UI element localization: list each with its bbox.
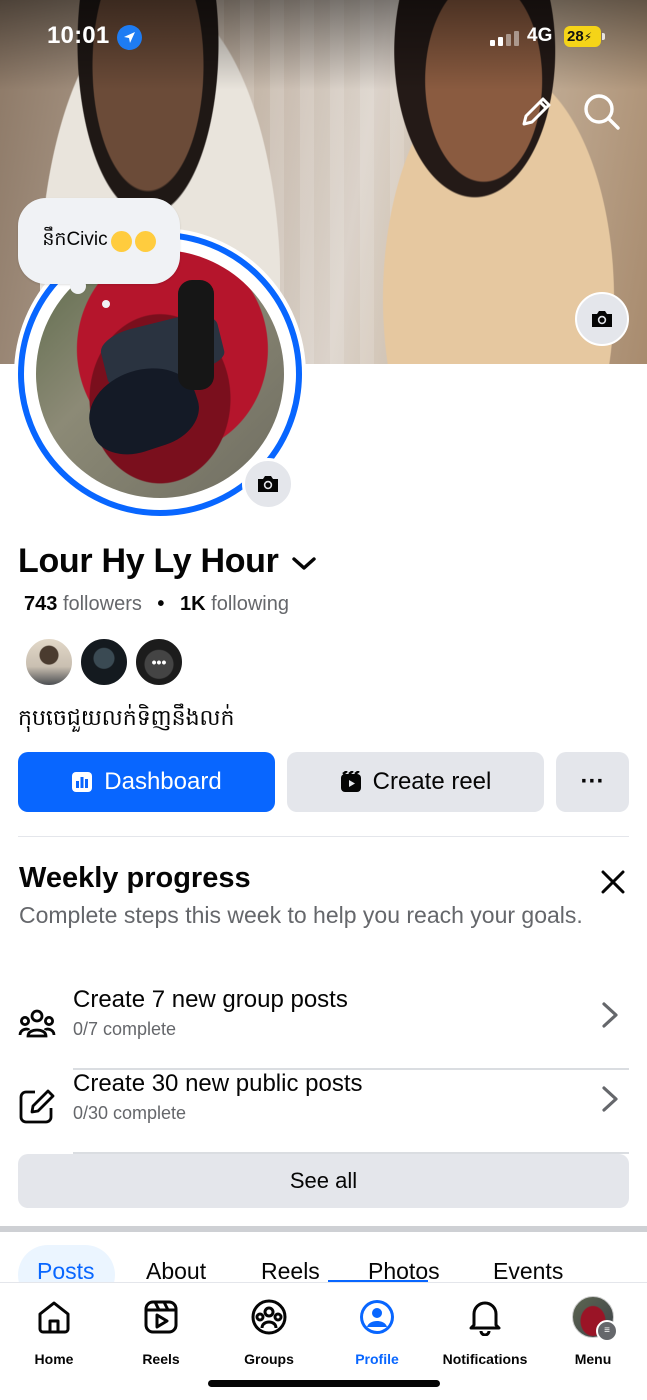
pencil-icon[interactable] bbox=[516, 92, 556, 132]
chevron-down-icon[interactable] bbox=[291, 556, 317, 572]
nav-home[interactable]: Home bbox=[0, 1295, 108, 1375]
tab-about[interactable]: About bbox=[146, 1258, 206, 1282]
nav-menu[interactable]: ≡ Menu bbox=[539, 1295, 647, 1375]
menu-avatar: ≡ bbox=[572, 1296, 618, 1342]
nav-profile[interactable]: Profile bbox=[323, 1295, 431, 1375]
edit-icon bbox=[18, 1087, 56, 1125]
tab-reels[interactable]: Reels bbox=[261, 1258, 320, 1282]
close-icon[interactable] bbox=[597, 866, 629, 898]
friend-avatar[interactable] bbox=[79, 637, 129, 687]
battery-level: 28 bbox=[567, 28, 584, 45]
profile-note-bubble[interactable]: នឹកCivic bbox=[18, 198, 180, 308]
tab-photos[interactable]: Photos bbox=[368, 1258, 440, 1282]
profile-tabs: Posts About Reels Photos Events bbox=[0, 1232, 647, 1282]
tab-events[interactable]: Events bbox=[493, 1258, 563, 1282]
profile-icon bbox=[360, 1300, 394, 1334]
group-icon bbox=[18, 1003, 56, 1041]
friend-avatar[interactable] bbox=[24, 637, 74, 687]
see-all-button[interactable]: See all bbox=[18, 1154, 629, 1208]
bell-icon bbox=[469, 1301, 501, 1336]
task-public-posts[interactable]: Create 30 new public posts 0/30 complete bbox=[18, 1070, 629, 1154]
note-text: នឹកCivic bbox=[42, 229, 108, 250]
nav-label: Menu bbox=[574, 1351, 612, 1367]
profile-bio: កុបចេជួយលក់ទិញនឹងលក់ bbox=[18, 705, 235, 730]
dashboard-button[interactable]: Dashboard bbox=[18, 752, 275, 812]
yawning-face-emoji-icon bbox=[134, 230, 156, 252]
battery-indicator: 28⚡ bbox=[564, 26, 605, 47]
separator-dot: • bbox=[157, 593, 165, 615]
tab-posts[interactable]: Posts bbox=[37, 1258, 95, 1282]
signal-icon bbox=[490, 30, 520, 46]
nav-label: Profile bbox=[355, 1351, 399, 1367]
camera-icon bbox=[592, 311, 612, 327]
menu-lines-icon: ≡ bbox=[596, 1320, 618, 1342]
avatar-camera-button[interactable] bbox=[242, 458, 294, 510]
nav-label: Home bbox=[34, 1351, 74, 1367]
more-friends-avatar[interactable]: ••• bbox=[134, 637, 184, 687]
nav-label: Reels bbox=[142, 1351, 180, 1367]
more-friends-dots: ••• bbox=[151, 654, 167, 670]
profile-name: Lour Hy Ly Hour bbox=[18, 542, 279, 580]
search-icon[interactable] bbox=[580, 90, 622, 132]
create-reel-label: Create reel bbox=[372, 768, 492, 795]
create-reel-button[interactable]: Create reel bbox=[287, 752, 544, 812]
task-title: Create 7 new group posts bbox=[73, 986, 348, 1013]
task-status: 0/30 complete bbox=[73, 1103, 187, 1123]
nav-notifications[interactable]: Notifications bbox=[431, 1295, 539, 1375]
home-indicator bbox=[208, 1380, 440, 1387]
following-label: following bbox=[211, 593, 289, 615]
chevron-right-icon bbox=[602, 1002, 618, 1028]
reel-icon bbox=[340, 771, 362, 793]
status-bar: 10:01 4G 28⚡ bbox=[0, 0, 647, 72]
chevron-right-icon bbox=[602, 1086, 618, 1112]
nav-groups[interactable]: Groups bbox=[215, 1295, 323, 1375]
task-status: 0/7 complete bbox=[73, 1019, 177, 1039]
task-title: Create 30 new public posts bbox=[73, 1070, 363, 1097]
task-group-posts[interactable]: Create 7 new group posts 0/7 complete bbox=[18, 986, 629, 1070]
more-dots-icon: ··· bbox=[580, 768, 605, 795]
follow-stats: 743 followers • 1K following bbox=[24, 593, 289, 616]
camera-icon bbox=[258, 476, 278, 492]
avatar-person bbox=[178, 280, 214, 390]
nav-label: Groups bbox=[244, 1351, 294, 1367]
network-type: 4G bbox=[527, 25, 553, 46]
followers-label: followers bbox=[62, 593, 142, 615]
dashboard-chart-icon bbox=[71, 771, 93, 793]
followers-count: 743 bbox=[24, 593, 58, 615]
weekly-progress-subtitle: Complete steps this week to help you rea… bbox=[19, 902, 583, 928]
dashboard-label: Dashboard bbox=[104, 768, 222, 795]
status-time: 10:01 bbox=[47, 22, 110, 49]
pleading-face-emoji-icon bbox=[110, 230, 132, 252]
location-arrow-icon bbox=[117, 25, 142, 50]
reels-icon bbox=[144, 1300, 178, 1334]
nav-label: Notifications bbox=[442, 1351, 528, 1367]
more-options-button[interactable]: ··· bbox=[556, 752, 629, 812]
groups-icon bbox=[251, 1299, 287, 1335]
profile-page: 10:01 4G 28⚡ នឹកCivic Lour Hy Ly Hour 74… bbox=[0, 0, 647, 1400]
nav-reels[interactable]: Reels bbox=[107, 1295, 215, 1375]
profile-name-row[interactable]: Lour Hy Ly Hour bbox=[18, 542, 317, 581]
mutual-friends-avatars[interactable]: ••• bbox=[24, 637, 184, 687]
cover-camera-button[interactable] bbox=[575, 292, 629, 346]
weekly-progress-title: Weekly progress bbox=[19, 862, 251, 894]
following-link[interactable]: 1K following bbox=[180, 593, 289, 615]
home-icon bbox=[38, 1301, 70, 1334]
following-count: 1K bbox=[180, 593, 206, 615]
section-divider bbox=[18, 836, 629, 837]
followers-link[interactable]: 743 followers bbox=[24, 593, 142, 615]
charging-icon: ⚡ bbox=[583, 30, 593, 44]
